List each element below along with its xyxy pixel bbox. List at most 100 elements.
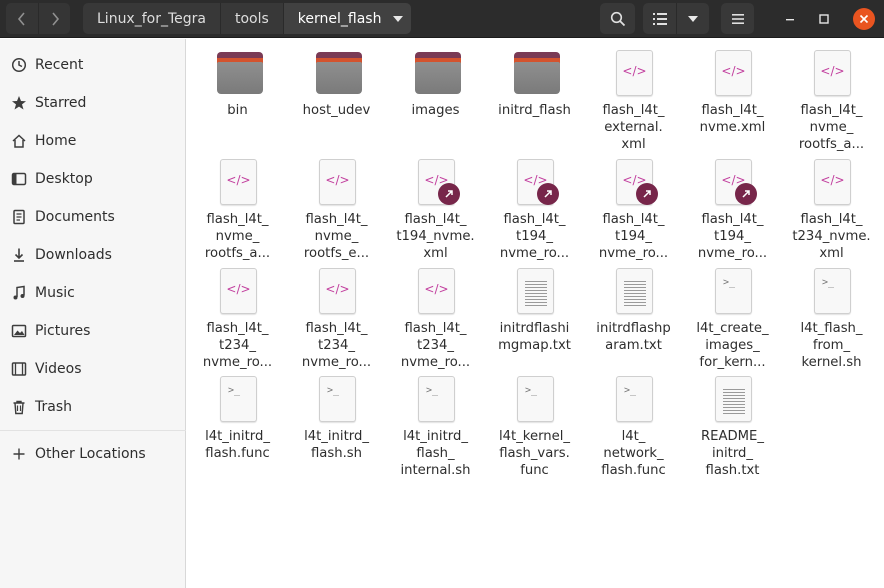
breadcrumb-item[interactable]: Linux_for_Tegra — [83, 3, 220, 34]
sidebar-item-label: Music — [35, 285, 75, 301]
script-file-icon: >_ — [612, 376, 656, 424]
file-name: flash_l4t_ t234_nvme. xml — [792, 212, 871, 261]
file-item[interactable]: >_ l4t_kernel_ flash_vars. func — [485, 376, 584, 480]
file-name: flash_l4t_ nvme_ rootfs_a... — [798, 103, 865, 152]
sidebar-item-label: Other Locations — [35, 446, 146, 462]
breadcrumb-current[interactable]: kernel_flash — [282, 3, 412, 34]
file-name: flash_l4t_ t234_ nvme_ro... — [202, 321, 273, 370]
file-item[interactable]: >_ l4t_flash_ from_ kernel.sh — [782, 268, 881, 372]
file-item[interactable]: images — [386, 50, 485, 154]
sidebar-item-documents[interactable]: Documents — [0, 200, 186, 234]
sidebar-item-downloads[interactable]: Downloads — [0, 238, 186, 272]
file-name: flash_l4t_ t194_nvme. xml — [396, 212, 475, 261]
file-item[interactable]: >_ l4t_create_ images_ for_kern... — [683, 268, 782, 372]
xml-file-icon: </> — [711, 159, 757, 207]
file-name: flash_l4t_ t234_ nvme_ro... — [301, 321, 372, 370]
sidebar-item-desktop[interactable]: Desktop — [0, 162, 186, 196]
back-button[interactable] — [6, 3, 38, 34]
sidebar-item-pictures[interactable]: Pictures — [0, 314, 186, 348]
text-file-icon — [612, 268, 656, 316]
script-file-icon: >_ — [216, 376, 260, 424]
file-item[interactable]: </> flash_l4t_ t234_nvme. xml — [782, 159, 881, 263]
file-name: images — [411, 103, 460, 118]
sidebar-item-home[interactable]: Home — [0, 124, 186, 158]
file-item[interactable]: </> flash_l4t_ nvme_ rootfs_e... — [287, 159, 386, 263]
xml-file-icon: </> — [216, 159, 260, 207]
minimize-button[interactable] — [779, 8, 801, 30]
file-item[interactable]: >_ l4t_ network_ flash.func — [584, 376, 683, 480]
file-name: README_ initrd_ flash.txt — [701, 429, 764, 478]
file-item[interactable]: </> flash_l4t_ t194_nvme. xml — [386, 159, 485, 263]
script-file-icon: >_ — [414, 376, 458, 424]
file-item[interactable]: >_ l4t_initrd_ flash_ internal.sh — [386, 376, 485, 480]
chevron-down-icon — [688, 15, 698, 22]
file-item[interactable]: bin — [188, 50, 287, 154]
downloads-icon — [10, 246, 28, 264]
file-name: l4t_flash_ from_ kernel.sh — [800, 321, 863, 370]
breadcrumb: Linux_for_Tegra tools kernel_flash — [83, 3, 412, 34]
breadcrumb-item[interactable]: tools — [219, 3, 283, 34]
text-file-icon — [711, 376, 755, 424]
file-item[interactable]: </> flash_l4t_ nvme_ rootfs_a... — [188, 159, 287, 263]
file-name: l4t_initrd_ flash.sh — [304, 429, 369, 461]
file-name: flash_l4t_ nvme_ rootfs_a... — [204, 212, 271, 261]
file-grid: bin host_udev images initrd_flash </> flash_l… — [187, 39, 884, 588]
sidebar-item-trash[interactable]: Trash — [0, 390, 186, 424]
file-item[interactable]: </> flash_l4t_ external. xml — [584, 50, 683, 154]
file-item[interactable]: </> flash_l4t_ t194_ nvme_ro... — [584, 159, 683, 263]
file-name: initrdflashi mgmap.txt — [498, 321, 571, 353]
xml-file-icon: </> — [315, 268, 359, 316]
sidebar-item-videos[interactable]: Videos — [0, 352, 186, 386]
file-item[interactable]: </> flash_l4t_ t234_ nvme_ro... — [287, 268, 386, 372]
sidebar-item-starred[interactable]: Starred — [0, 86, 186, 120]
close-button[interactable] — [853, 8, 875, 30]
file-name: initrdflashp aram.txt — [596, 321, 671, 353]
file-item[interactable]: initrd_flash — [485, 50, 584, 154]
pictures-icon — [10, 322, 28, 340]
file-name: l4t_initrd_ flash.func — [205, 429, 270, 461]
list-view-icon — [652, 12, 667, 25]
sidebar-item-label: Videos — [35, 361, 82, 377]
file-name: flash_l4t_ nvme.xml — [699, 103, 766, 135]
xml-file-icon: </> — [711, 50, 755, 98]
header-bar: Linux_for_Tegra tools kernel_flash — [0, 0, 884, 38]
file-name: initrd_flash — [498, 103, 571, 118]
sidebar-item-other-locations[interactable]: Other Locations — [0, 437, 186, 471]
xml-file-icon: </> — [810, 50, 854, 98]
file-name: host_udev — [302, 103, 371, 118]
file-item[interactable]: >_ l4t_initrd_ flash.sh — [287, 376, 386, 480]
desktop-icon — [10, 170, 28, 188]
xml-file-icon: </> — [612, 50, 656, 98]
close-icon — [859, 14, 869, 24]
file-item[interactable]: </> flash_l4t_ nvme.xml — [683, 50, 782, 154]
file-item[interactable]: </> flash_l4t_ t194_ nvme_ro... — [683, 159, 782, 263]
videos-icon — [10, 360, 28, 378]
chevron-down-icon — [393, 15, 404, 22]
file-name: flash_l4t_ nvme_ rootfs_e... — [303, 212, 370, 261]
file-item[interactable]: </> flash_l4t_ t234_ nvme_ro... — [188, 268, 287, 372]
main-menu-button[interactable] — [721, 3, 754, 34]
file-item[interactable]: initrdflashi mgmap.txt — [485, 268, 584, 372]
file-item[interactable]: </> flash_l4t_ t194_ nvme_ro... — [485, 159, 584, 263]
xml-file-icon: </> — [216, 268, 260, 316]
maximize-button[interactable] — [813, 8, 835, 30]
file-item[interactable]: host_udev — [287, 50, 386, 154]
list-view-button[interactable] — [643, 3, 676, 34]
chevron-right-icon — [51, 11, 59, 26]
file-item[interactable]: README_ initrd_ flash.txt — [683, 376, 782, 480]
folder-icon — [216, 50, 263, 98]
xml-file-icon: </> — [513, 159, 559, 207]
sidebar-item-recent[interactable]: Recent — [0, 48, 186, 82]
file-item[interactable]: </> flash_l4t_ nvme_ rootfs_a... — [782, 50, 881, 154]
sidebar-item-music[interactable]: Music — [0, 276, 186, 310]
forward-button[interactable] — [38, 3, 70, 34]
view-toggle-group — [643, 3, 709, 34]
view-options-button[interactable] — [676, 3, 709, 34]
plus-icon — [10, 445, 28, 463]
hamburger-menu-icon — [731, 13, 744, 24]
file-item[interactable]: initrdflashp aram.txt — [584, 268, 683, 372]
clock-icon — [10, 56, 28, 74]
file-item[interactable]: >_ l4t_initrd_ flash.func — [188, 376, 287, 480]
search-button[interactable] — [600, 3, 635, 34]
file-item[interactable]: </> flash_l4t_ t234_ nvme_ro... — [386, 268, 485, 372]
